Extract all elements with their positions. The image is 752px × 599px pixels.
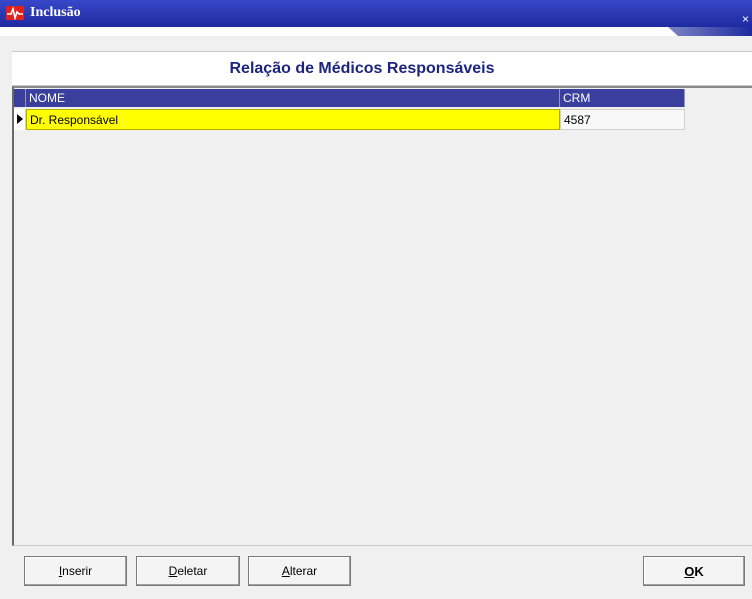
- medicos-grid[interactable]: NOME CRM Dr. Responsável 4587: [12, 86, 752, 546]
- ok-button[interactable]: OK: [643, 556, 745, 586]
- page-header: Relação de Médicos Responsáveis: [12, 51, 752, 86]
- cell-nome[interactable]: Dr. Responsável: [26, 109, 560, 130]
- alterar-label: lterar: [289, 564, 318, 578]
- ok-accel: O: [684, 563, 695, 579]
- deletar-accel: D: [168, 564, 178, 578]
- window-title: Inclusão: [30, 5, 81, 20]
- cell-crm[interactable]: 4587: [560, 109, 685, 130]
- title-bar-band: [0, 0, 752, 27]
- grid-header-row: NOME CRM: [14, 89, 685, 107]
- alterar-button[interactable]: Alterar: [248, 556, 351, 586]
- app-heartbeat-icon: [6, 6, 24, 20]
- column-header-nome[interactable]: NOME: [26, 89, 560, 107]
- deletar-label: eletar: [177, 564, 208, 578]
- title-bar-notch: [668, 27, 752, 36]
- indicator-header: [14, 89, 26, 107]
- column-header-crm[interactable]: CRM: [560, 89, 685, 107]
- title-bar[interactable]: Inclusão ×: [0, 0, 752, 36]
- inserir-button[interactable]: Inserir: [24, 556, 127, 586]
- ok-label: K: [694, 563, 704, 579]
- row-indicator-icon: [14, 109, 26, 130]
- inserir-label: nserir: [62, 564, 93, 578]
- alterar-accel: A: [281, 564, 290, 578]
- page-title: Relação de Médicos Responsáveis: [229, 59, 495, 77]
- deletar-button[interactable]: Deletar: [136, 556, 240, 586]
- table-row[interactable]: Dr. Responsável 4587: [14, 109, 685, 130]
- close-icon[interactable]: ×: [742, 12, 749, 26]
